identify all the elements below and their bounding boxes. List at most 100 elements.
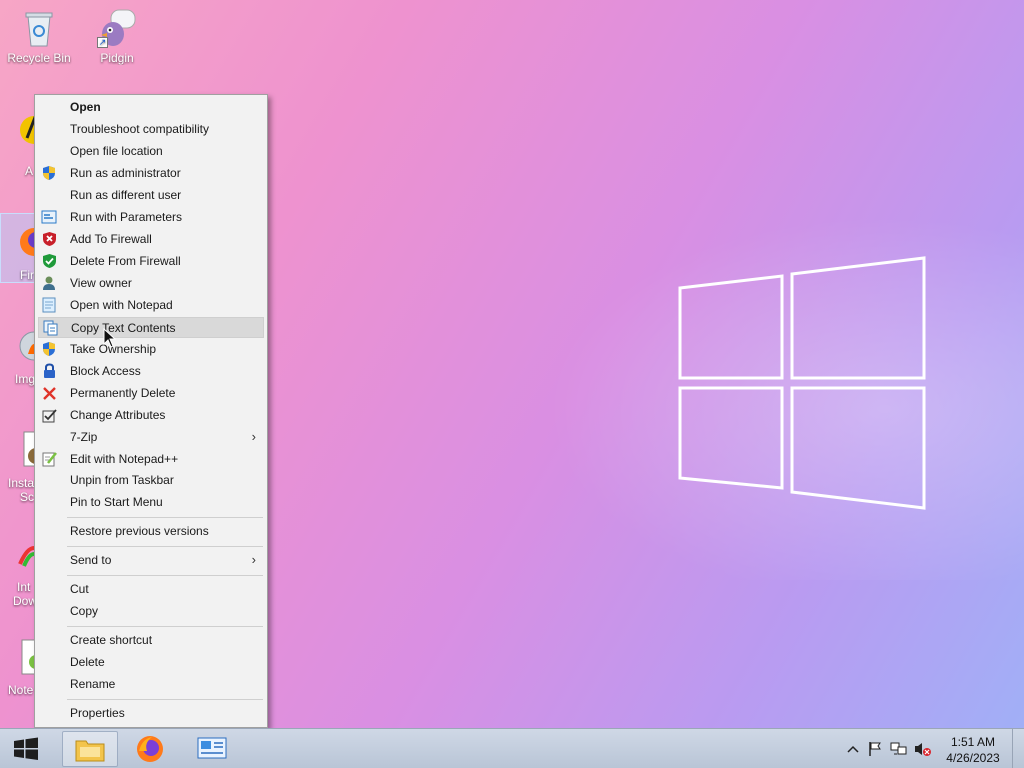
menu-item-unpin-from-taskbar[interactable]: Unpin from Taskbar: [38, 470, 264, 491]
notepad-icon: [41, 297, 57, 313]
copy-text-icon: [42, 320, 58, 336]
desktop-icon-label: Pidgin: [100, 51, 134, 65]
taskbar-clock[interactable]: 1:51 AM 4/26/2023: [938, 734, 1008, 766]
desktop-label-partial: Insta: [8, 476, 35, 490]
menu-item-send-to[interactable]: Send to ›: [38, 550, 264, 571]
menu-item-label: Cut: [70, 582, 89, 596]
notepadpp-icon: [41, 451, 57, 467]
desktop-icon-label: Recycle Bin: [7, 51, 71, 65]
menu-separator: [67, 699, 263, 700]
volume-muted-icon[interactable]: [914, 740, 932, 758]
submenu-arrow-icon: ›: [251, 552, 256, 567]
menu-item-add-to-firewall[interactable]: Add To Firewall: [38, 229, 264, 250]
menu-item-label: Delete: [70, 655, 105, 669]
menu-separator: [67, 575, 263, 576]
menu-item-run-as-administrator[interactable]: Run as administrator: [38, 163, 264, 184]
menu-item-open[interactable]: Open: [38, 97, 264, 118]
menu-item-take-ownership[interactable]: Take Ownership: [38, 339, 264, 360]
clock-time: 1:51 AM: [950, 735, 996, 749]
windows-start-icon: [14, 737, 38, 760]
menu-item-label: Copy: [70, 604, 99, 618]
firewall-delete-icon: [41, 253, 57, 269]
menu-item-label: Troubleshoot compatibility: [70, 122, 209, 136]
menu-item-label: Properties: [70, 706, 125, 720]
menu-item-open-with-notepad[interactable]: Open with Notepad: [38, 295, 264, 316]
menu-item-label: Open file location: [70, 144, 163, 158]
desktop-label-partial: Sc: [20, 490, 35, 504]
menu-item-label: Open: [70, 100, 101, 114]
desktop-label-partial: Int: [17, 580, 31, 594]
menu-item-copy-text-contents[interactable]: Copy Text Contents: [38, 317, 264, 338]
red-x-icon: [41, 385, 57, 401]
context-menu: Open Troubleshoot compatibility Open fil…: [34, 94, 268, 728]
taskbar-button-firefox[interactable]: [122, 731, 178, 767]
menu-item-label: Permanently Delete: [70, 386, 176, 400]
menu-item-label: Edit with Notepad++: [70, 452, 179, 466]
menu-separator: [67, 626, 263, 627]
menu-item-label: View owner: [70, 276, 132, 290]
firewall-add-icon: [41, 231, 57, 247]
checkbox-icon: [41, 407, 57, 423]
desktop-label-partial: Fir: [20, 268, 34, 282]
desktop-label-partial: A: [25, 164, 34, 178]
menu-item-troubleshoot-compatibility[interactable]: Troubleshoot compatibility: [38, 119, 264, 140]
menu-item-change-attributes[interactable]: Change Attributes: [38, 405, 264, 426]
menu-item-edit-with-notepadpp[interactable]: Edit with Notepad++: [38, 449, 264, 470]
menu-item-cut[interactable]: Cut: [38, 579, 264, 600]
desktop-icon-recycle-bin[interactable]: Recycle Bin: [1, 4, 77, 65]
menu-item-permanently-delete[interactable]: Permanently Delete: [38, 383, 264, 404]
menu-item-label: Run as different user: [70, 188, 182, 202]
menu-separator: [67, 517, 263, 518]
menu-item-7-zip[interactable]: 7-Zip ›: [38, 427, 264, 448]
menu-item-label: 7-Zip: [70, 430, 98, 444]
clock-date: 4/26/2023: [946, 751, 1000, 765]
menu-separator: [67, 546, 263, 547]
show-desktop-button[interactable]: [1012, 729, 1024, 768]
submenu-arrow-icon: ›: [251, 429, 256, 444]
windows-logo-wallpaper: [678, 256, 926, 510]
mouse-cursor-icon: [103, 328, 117, 348]
lock-icon: [41, 363, 57, 379]
menu-item-open-file-location[interactable]: Open file location: [38, 141, 264, 162]
parameters-icon: [41, 209, 57, 225]
pidgin-icon: ↗: [97, 8, 137, 48]
menu-item-pin-to-start-menu[interactable]: Pin to Start Menu: [38, 492, 264, 513]
menu-item-label: Open with Notepad: [70, 298, 173, 312]
menu-item-label: Block Access: [70, 364, 141, 378]
menu-item-label: Change Attributes: [70, 408, 166, 422]
menu-item-label: Add To Firewall: [70, 232, 152, 246]
menu-item-delete-from-firewall[interactable]: Delete From Firewall: [38, 251, 264, 272]
menu-item-restore-previous-versions[interactable]: Restore previous versions: [38, 521, 264, 542]
uac-shield-icon: [41, 341, 57, 357]
menu-item-delete[interactable]: Delete: [38, 652, 264, 673]
taskbar-button-file-explorer[interactable]: [62, 731, 118, 767]
desktop-label-partial: Note: [8, 683, 34, 697]
desktop-icon-pidgin[interactable]: ↗ Pidgin: [79, 4, 155, 65]
menu-item-rename[interactable]: Rename: [38, 674, 264, 695]
menu-item-view-owner[interactable]: View owner: [38, 273, 264, 294]
menu-item-label: Delete From Firewall: [70, 254, 181, 268]
start-button[interactable]: [10, 735, 42, 763]
menu-item-label: Send to: [70, 553, 112, 567]
menu-item-properties[interactable]: Properties: [38, 703, 264, 724]
firefox-icon: [137, 736, 163, 762]
menu-item-label: Create shortcut: [70, 633, 153, 647]
menu-item-block-access[interactable]: Block Access: [38, 361, 264, 382]
show-hidden-icons-chevron[interactable]: [844, 740, 862, 758]
menu-item-label: Run as administrator: [70, 166, 181, 180]
user-icon: [41, 275, 57, 291]
menu-item-run-with-parameters[interactable]: Run with Parameters: [38, 207, 264, 228]
menu-item-run-as-different-user[interactable]: Run as different user: [38, 185, 264, 206]
menu-item-copy[interactable]: Copy: [38, 601, 264, 622]
taskbar: 1:51 AM 4/26/2023: [0, 728, 1024, 768]
recycle-bin-icon: [19, 8, 59, 48]
taskbar-button-control-panel[interactable]: [184, 731, 240, 767]
desktop-label-partial: Img: [15, 372, 36, 386]
menu-item-label: Pin to Start Menu: [70, 495, 163, 509]
control-panel-icon: [197, 737, 227, 759]
folder-icon: [75, 740, 105, 762]
action-center-flag-icon[interactable]: [866, 740, 884, 758]
menu-item-label: Restore previous versions: [70, 524, 209, 538]
network-icon[interactable]: [890, 740, 908, 758]
menu-item-create-shortcut[interactable]: Create shortcut: [38, 630, 264, 651]
